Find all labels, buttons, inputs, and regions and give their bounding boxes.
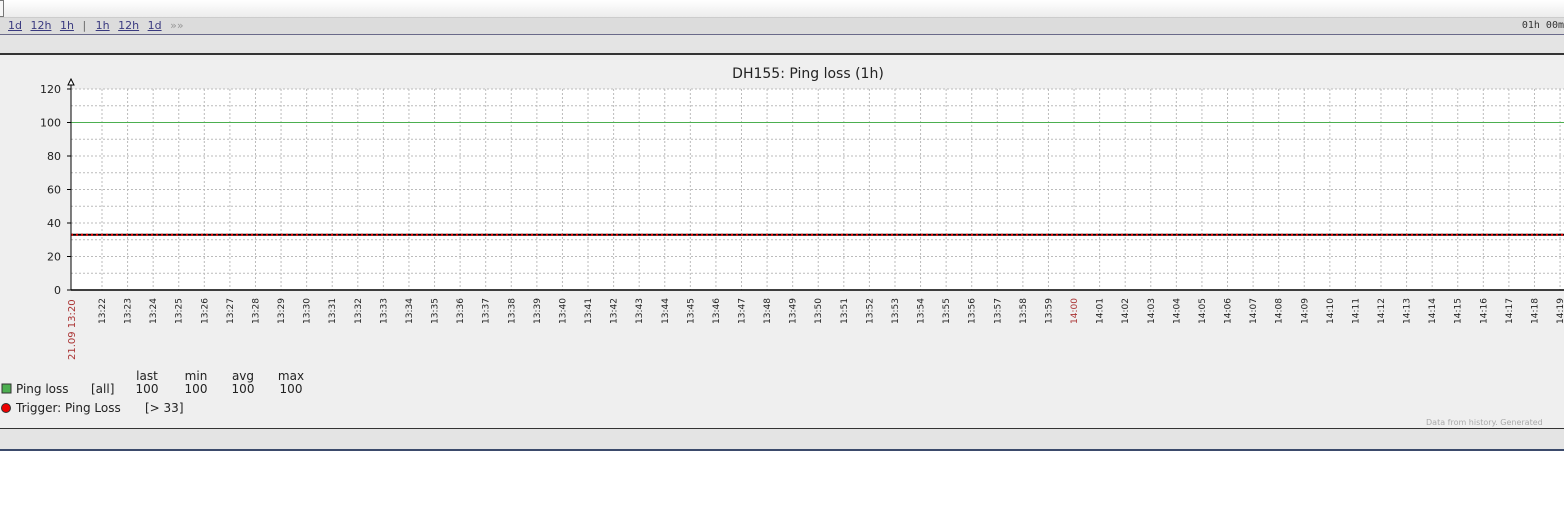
x-tick-label: 14:10 [1326, 298, 1336, 324]
legend-series-scope: [all] [91, 382, 114, 396]
x-tick-label: 13:52 [865, 298, 875, 324]
nav-more[interactable]: »» [170, 19, 183, 32]
y-tick-label: 60 [47, 184, 61, 197]
x-tick-label: 13:50 [814, 298, 824, 324]
legend-value-avg: 100 [232, 382, 255, 396]
x-tick-label: 13:30 [303, 298, 313, 324]
legend-header-max: max [278, 369, 304, 383]
nav-fwd-12h[interactable]: 12h [118, 19, 139, 32]
x-tick-label: 13:24 [149, 298, 159, 324]
chart: DH155: Ping loss (1h) 13:22 13:23 13:24 13:2… [1, 66, 1564, 427]
x-tick-label: 14:18 [1530, 298, 1540, 324]
x-tick-label: 13:35 [431, 298, 441, 324]
x-tick-label: 14:11 [1351, 298, 1361, 324]
x-tick-label: 13:34 [405, 298, 415, 324]
x-tick-label: 14:13 [1403, 298, 1413, 324]
y-tick-label: 0 [54, 284, 61, 297]
x-tick-label: 13:36 [456, 298, 466, 324]
x-tick-label: 13:42 [610, 298, 620, 324]
x-tick-label: 13:22 [98, 298, 108, 324]
bottom-band [0, 429, 1564, 451]
y-tick-label: 120 [40, 83, 61, 96]
x-tick-label: 13:57 [993, 298, 1003, 324]
x-tick-label: 14:00 [1070, 298, 1080, 324]
period-label: 01h 00m [1521, 20, 1564, 31]
x-tick-label: 13:38 [507, 298, 517, 324]
x-start-label: 21.09 13:20 [67, 299, 78, 360]
y-tick-label: 40 [47, 217, 61, 230]
x-tick-label: 14:03 [1147, 298, 1157, 324]
x-tick-label: 13:49 [789, 298, 799, 324]
nav-back-1h[interactable]: 1h [60, 19, 74, 32]
nav-fwd-1h[interactable]: 1h [96, 19, 110, 32]
toolbar-edge [0, 0, 4, 17]
y-tick-label: 20 [47, 251, 61, 264]
x-tick-label: 14:09 [1300, 298, 1310, 324]
x-tick-label: 13:33 [379, 298, 389, 324]
legend-value-last: 100 [136, 382, 159, 396]
nav-fwd-1d[interactable]: 1d [148, 19, 162, 32]
x-tick-label: 14:06 [1224, 298, 1234, 324]
x-tick-label: 13:25 [175, 298, 185, 324]
x-tick-label: 14:14 [1428, 298, 1438, 324]
x-tick-label: 13:32 [354, 298, 364, 324]
x-tick-label: 14:07 [1249, 298, 1259, 324]
legend-header-avg: avg [232, 369, 254, 383]
x-tick-label: 13:41 [584, 298, 594, 324]
x-tick-label: 13:44 [661, 298, 671, 324]
x-tick-label: 14:04 [1172, 298, 1182, 324]
x-tick-label: 14:08 [1275, 298, 1285, 324]
x-tick-label: 13:39 [533, 298, 543, 324]
x-tick-label: 14:12 [1377, 298, 1387, 324]
chart-title: DH155: Ping loss (1h) [732, 66, 884, 82]
period-nav: 1d 12h 1h | 1h 12h 1d »» 01h 00m [0, 18, 1564, 35]
x-tick-label: 13:48 [763, 298, 773, 324]
y-axis-arrow [67, 77, 75, 86]
x-tick-label: 13:58 [1019, 298, 1029, 324]
x-tick-label: 13:56 [968, 298, 978, 324]
nav-separator: | [82, 19, 87, 32]
nav-back-12h[interactable]: 12h [30, 19, 51, 32]
x-tick-label: 13:46 [712, 298, 722, 324]
scroll-band [0, 35, 1564, 55]
legend-header-min: min [185, 369, 208, 383]
legend-header-last: last [136, 369, 158, 383]
x-tick-label: 13:55 [942, 298, 952, 324]
x-tick-label: 13:40 [558, 298, 568, 324]
legend-trigger-name: Trigger: Ping Loss [15, 401, 121, 415]
graph-panel: DH155: Ping loss (1h) 13:22 13:23 13:24 13:2… [0, 55, 1564, 429]
legend-value-max: 100 [280, 382, 303, 396]
x-tick-label: 14:16 [1479, 298, 1489, 324]
nav-back-1d[interactable]: 1d [8, 19, 22, 32]
x-tick-label: 14:05 [1198, 298, 1208, 324]
x-tick-label: 13:23 [124, 298, 134, 324]
y-tick-label: 80 [47, 150, 61, 163]
x-tick-label: 14:17 [1505, 298, 1515, 324]
x-tick-label: 13:45 [686, 298, 696, 324]
x-tick-label: 14:01 [1096, 298, 1106, 324]
x-tick-label: 13:26 [200, 298, 210, 324]
x-tick-label: 14:19 [1556, 298, 1564, 324]
top-toolbar [0, 0, 1564, 18]
x-tick-label: 13:47 [738, 298, 748, 324]
x-tick-label: 13:28 [251, 298, 261, 324]
legend-series-name: Ping loss [16, 382, 69, 396]
x-tick-label: 13:54 [917, 298, 927, 324]
legend-color-swatch [1, 383, 12, 394]
x-tick-label: 13:27 [226, 298, 236, 324]
x-tick-label: 13:31 [328, 298, 338, 324]
x-tick-label: 13:37 [482, 298, 492, 324]
x-tick-label: 14:15 [1454, 298, 1464, 324]
x-tick-label: 13:29 [277, 298, 287, 324]
x-tick-label: 13:51 [840, 298, 850, 324]
x-tick-label: 13:59 [1044, 298, 1054, 324]
trigger-icon [1, 403, 11, 413]
legend-value-min: 100 [185, 382, 208, 396]
chart-footer: Data from history. Generated [1426, 418, 1543, 427]
legend-trigger-condition: [> 33] [145, 401, 184, 415]
x-tick-label: 14:02 [1121, 298, 1131, 324]
x-tick-label: 13:43 [635, 298, 645, 324]
x-tick-label: 13:53 [891, 298, 901, 324]
y-tick-label: 100 [40, 117, 61, 130]
